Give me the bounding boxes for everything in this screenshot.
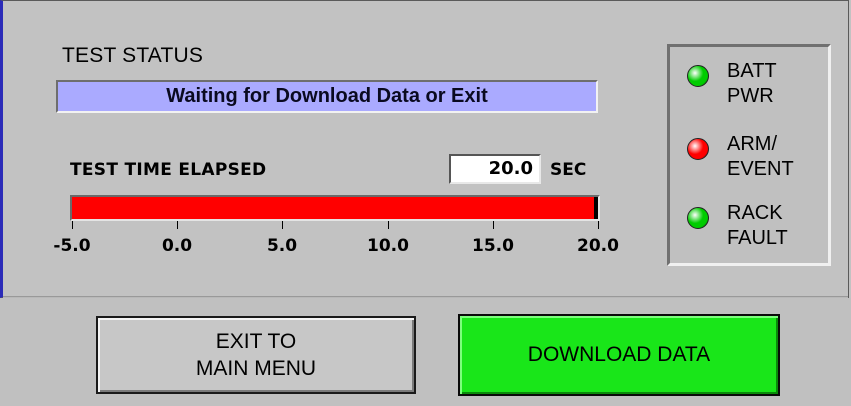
scale-tick-label: 5.0 (266, 236, 298, 256)
scale-tick-label: 0.0 (161, 236, 193, 256)
scale-tick (598, 221, 599, 229)
indicator-panel: BATT PWR ARM/ EVENT RACK FAULT (667, 44, 831, 266)
scale-tick-label: -5.0 (53, 236, 91, 256)
scale-tick-label: 15.0 (472, 236, 514, 256)
exit-to-main-menu-button[interactable]: EXIT TO MAIN MENU (96, 316, 416, 394)
arm-event-led-icon (687, 138, 709, 160)
scale-tick-label: 10.0 (367, 236, 409, 256)
scale-tick (493, 221, 494, 229)
elapsed-progress-bar (70, 195, 600, 221)
test-time-elapsed-label: TEST TIME ELAPSED (70, 160, 267, 180)
batt-pwr-led-icon (687, 65, 709, 87)
arm-event-label: ARM/ EVENT (727, 133, 794, 180)
batt-pwr-label: BATT PWR (727, 60, 777, 107)
elapsed-time-field: 20.0 (449, 154, 541, 184)
elapsed-progress-marker (594, 197, 598, 219)
scale-tick (282, 221, 283, 229)
test-status-display: Waiting for Download Data or Exit (56, 80, 598, 113)
download-data-button[interactable]: DOWNLOAD DATA (458, 314, 780, 396)
rack-fault-label: RACK FAULT (727, 202, 788, 249)
scale-tick (177, 221, 178, 229)
test-status-message: Waiting for Download Data or Exit (166, 85, 488, 107)
test-status-label: TEST STATUS (62, 44, 204, 67)
scale-tick (388, 221, 389, 229)
scale-tick-label: 20.0 (577, 236, 619, 256)
scale-tick (72, 221, 73, 229)
sec-unit-label: SEC (550, 160, 587, 180)
elapsed-progress-fill (72, 197, 598, 219)
rack-fault-led-icon (687, 207, 709, 229)
